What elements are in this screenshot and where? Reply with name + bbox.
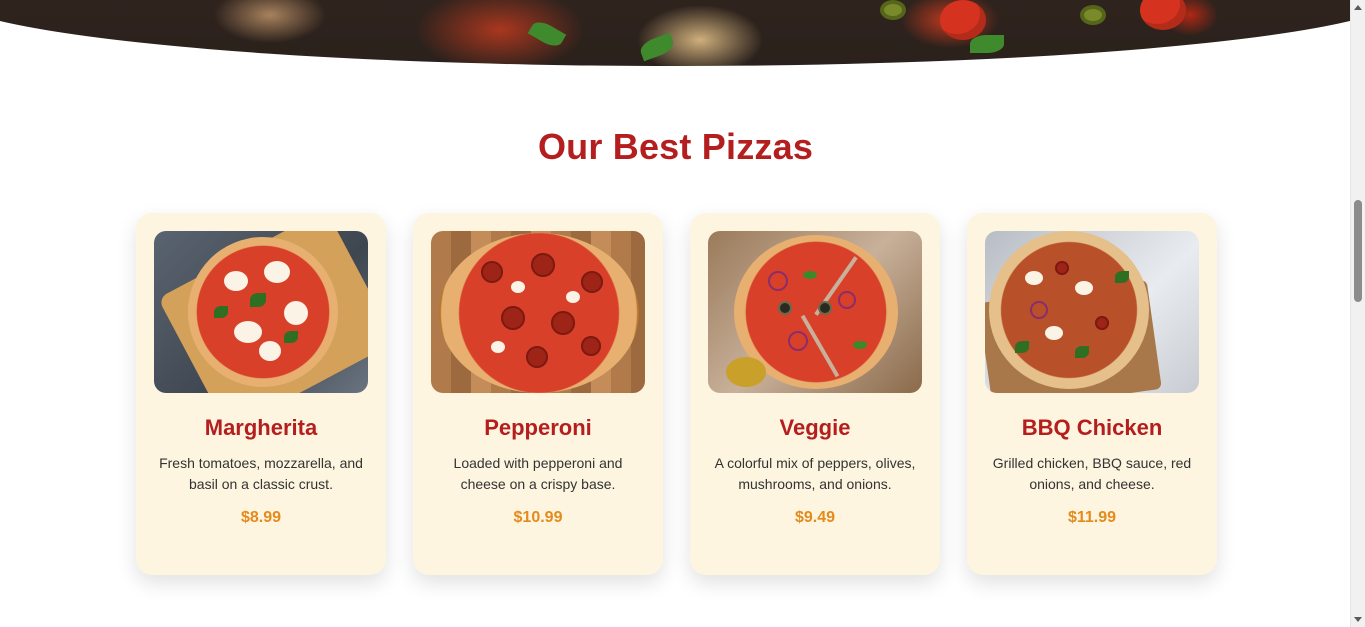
- page-scrollbar[interactable]: [1350, 0, 1365, 627]
- pizza-description: A colorful mix of peppers, olives, mushr…: [714, 455, 916, 493]
- pizza-description: Loaded with pepperoni and cheese on a cr…: [453, 455, 623, 493]
- pizza-name: Pepperoni: [484, 415, 592, 440]
- scroll-down-arrow-icon[interactable]: [1354, 617, 1362, 622]
- scrollbar-thumb[interactable]: [1354, 200, 1362, 302]
- veggie-pizza-image: [708, 231, 922, 393]
- pizza-card[interactable]: Margherita Fresh tomatoes, mozzarella, a…: [136, 213, 386, 575]
- bbq-chicken-pizza-image: [985, 231, 1199, 393]
- pepperoni-pizza-image: [431, 231, 645, 393]
- pizza-price: $9.49: [794, 509, 836, 527]
- pizza-name: Margherita: [204, 415, 318, 440]
- pizza-price: $8.99: [240, 509, 282, 527]
- pizza-description: Fresh tomatoes, mozzarella, and basil on…: [159, 455, 363, 493]
- pizza-name: Veggie: [779, 415, 851, 440]
- pizza-description: Grilled chicken, BBQ sauce, red onions, …: [992, 455, 1192, 493]
- pizza-card[interactable]: Veggie A colorful mix of peppers, olives…: [690, 213, 940, 575]
- pizza-price: $10.99: [513, 509, 563, 527]
- hero-banner-image: [0, 0, 1365, 66]
- pizza-name: BBQ Chicken: [1021, 415, 1163, 440]
- pizza-price: $11.99: [1067, 509, 1117, 527]
- margherita-pizza-image: [154, 231, 368, 393]
- scroll-up-arrow-icon[interactable]: [1354, 5, 1362, 10]
- section-title: Our Best Pizzas: [537, 126, 814, 167]
- pizza-card[interactable]: Pepperoni Loaded with pepperoni and chee…: [413, 213, 663, 575]
- pizza-card-list: Margherita Fresh tomatoes, mozzarella, a…: [136, 213, 1217, 575]
- pizza-card[interactable]: BBQ Chicken Grilled chicken, BBQ sauce, …: [967, 213, 1217, 575]
